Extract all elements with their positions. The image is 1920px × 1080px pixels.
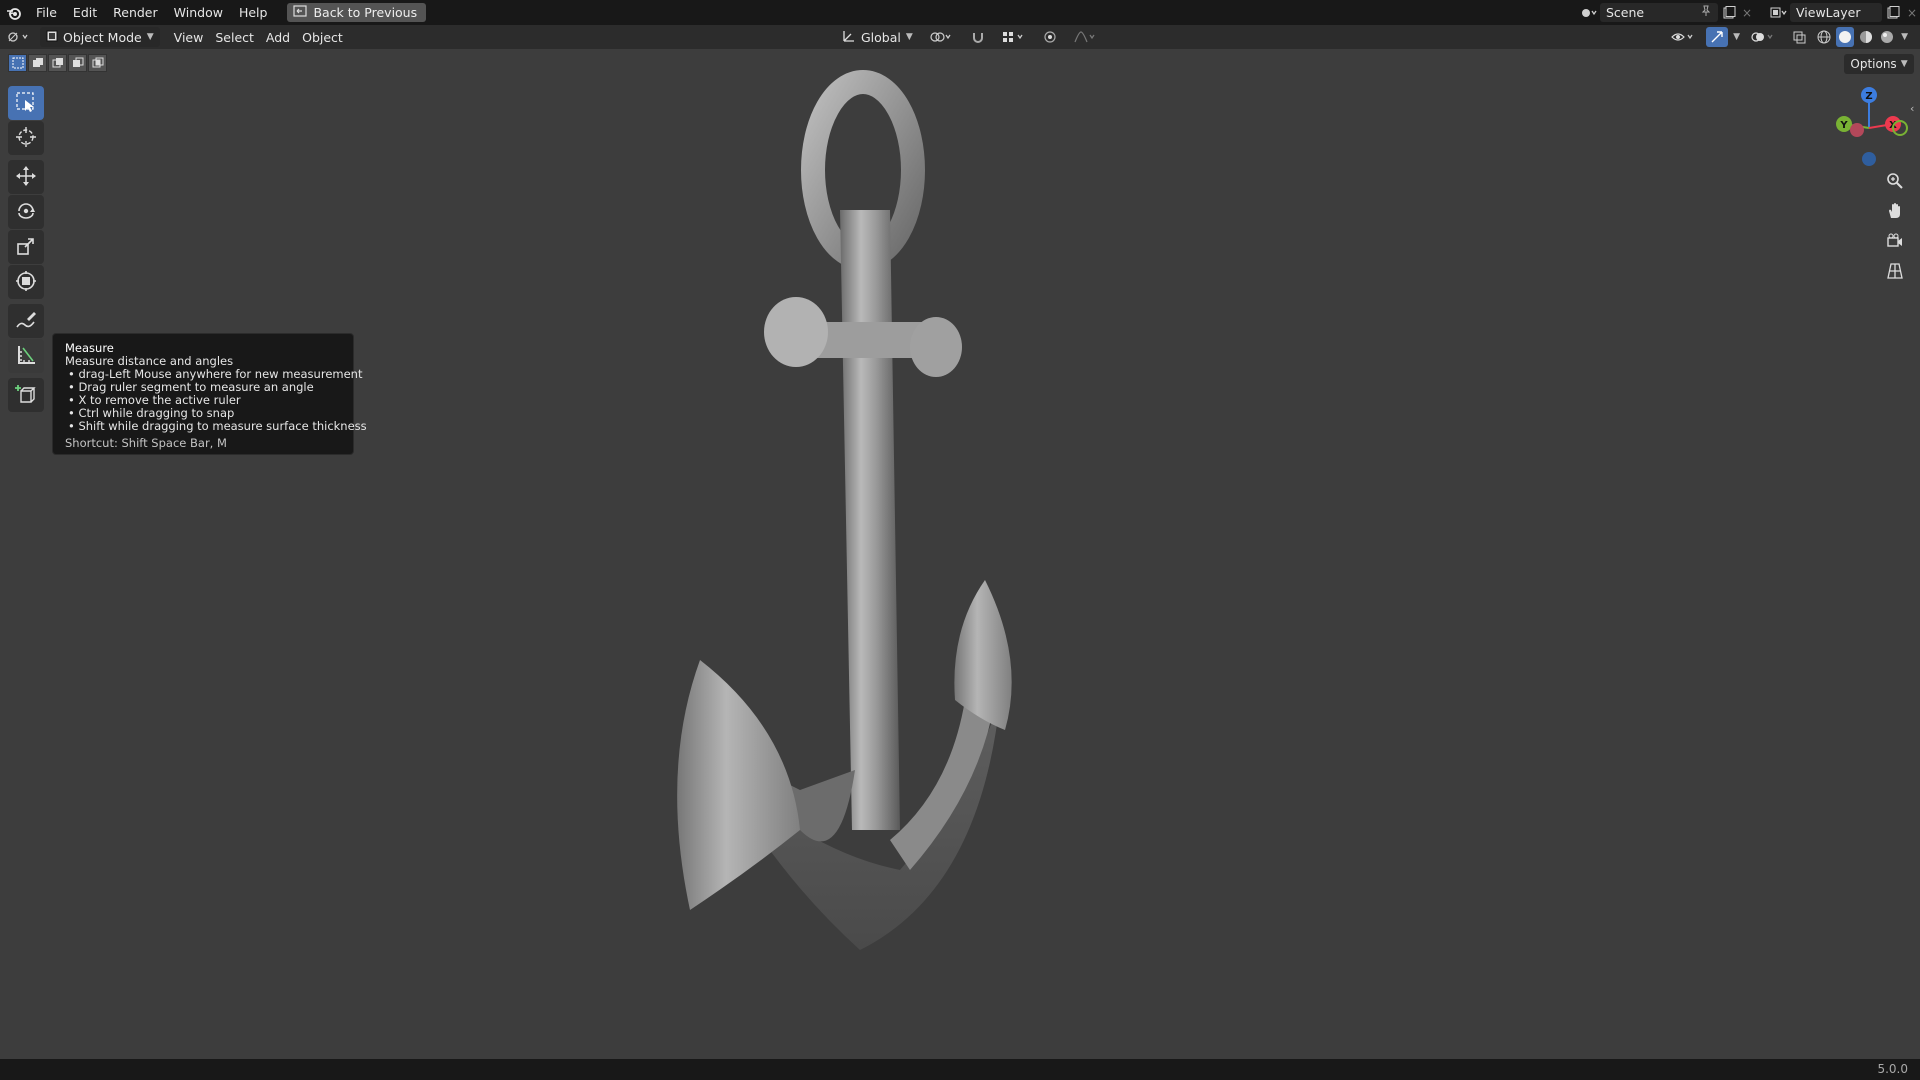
transform-tools-group: Global ▼ <box>836 25 1105 49</box>
menu-select[interactable]: Select <box>209 27 260 47</box>
shading-material-button[interactable] <box>1857 27 1875 47</box>
menu-file[interactable]: File <box>28 0 65 25</box>
gizmo-neg-z-axis[interactable] <box>1862 152 1876 166</box>
chevron-down-icon: ▼ <box>146 32 154 42</box>
camera-view-icon[interactable] <box>1882 228 1908 254</box>
options-dropdown[interactable]: Options ▼ <box>1844 54 1914 74</box>
menu-view[interactable]: View <box>168 27 210 47</box>
cursor-icon <box>15 126 37 151</box>
select-box-icon <box>15 91 37 116</box>
tool-select-box[interactable] <box>8 86 44 120</box>
transform-icon <box>15 270 37 295</box>
back-button-label: Back to Previous <box>313 5 418 20</box>
visibility-dropdown[interactable] <box>1665 27 1703 47</box>
chevron-down-icon: ▼ <box>1900 59 1908 69</box>
gizmo-y-label: Y <box>1839 120 1848 131</box>
tool-transform[interactable] <box>8 265 44 299</box>
menu-add[interactable]: Add <box>260 27 296 47</box>
view-layer-browse-icon[interactable] <box>1768 3 1790 22</box>
proportional-editing-toggle[interactable] <box>1037 27 1063 47</box>
gizmo-dropdown[interactable]: ▼ <box>1731 27 1742 47</box>
chevron-down-icon: ▼ <box>905 32 913 42</box>
back-to-previous-button[interactable]: Back to Previous <box>287 3 427 22</box>
scene-name: Scene <box>1606 5 1645 20</box>
snap-toggle[interactable] <box>965 27 991 47</box>
select-subtract-button[interactable] <box>48 54 67 72</box>
object-mode-icon <box>46 30 58 45</box>
measure-tooltip: Measure Measure distance and angles • dr… <box>52 333 367 455</box>
tool-measure[interactable] <box>8 339 44 373</box>
navigation-gizmo[interactable]: Z X Y <box>1826 85 1912 171</box>
new-view-layer-icon[interactable] <box>1882 3 1904 22</box>
tool-cursor[interactable] <box>8 121 44 155</box>
add-cube-icon <box>15 383 37 408</box>
back-icon <box>293 5 308 20</box>
topbar-right: Scene × ViewLayer × <box>1578 0 1920 25</box>
menu-render[interactable]: Render <box>105 0 166 25</box>
gizmo-neg-x-axis[interactable] <box>1850 123 1864 137</box>
remove-view-layer-icon[interactable]: × <box>1904 3 1920 22</box>
tooltip-bullet: • Shift while dragging to measure surfac… <box>68 419 367 433</box>
chevron-down-icon: ▼ <box>1901 32 1908 42</box>
new-scene-icon[interactable] <box>1718 3 1740 22</box>
gizmo-z-label: Z <box>1865 91 1872 102</box>
tooltip-shortcut: Shortcut: Shift Space Bar, M <box>65 436 227 450</box>
select-invert-button[interactable] <box>68 54 87 72</box>
select-new-button[interactable] <box>8 54 27 72</box>
snap-target-dropdown[interactable] <box>995 27 1033 47</box>
menu-window[interactable]: Window <box>166 0 231 25</box>
anchor-model[interactable] <box>600 70 1040 970</box>
remove-scene-icon[interactable]: × <box>1740 3 1754 22</box>
viewport-display-tools: ▼ ▼ <box>1665 25 1910 49</box>
proportional-falloff-dropdown[interactable] <box>1067 27 1105 47</box>
rotate-icon <box>15 200 37 225</box>
object-mode-label: Object Mode <box>63 29 142 45</box>
chevron-down-icon: ▼ <box>1733 32 1741 42</box>
status-bar: 5.0.0 <box>0 1059 1920 1080</box>
orientation-dropdown[interactable]: Global ▼ <box>836 27 919 47</box>
shading-rendered-button[interactable] <box>1878 27 1896 47</box>
menu-edit[interactable]: Edit <box>65 0 105 25</box>
object-mode-dropdown[interactable]: Object Mode ▼ <box>40 27 160 47</box>
overlay-toggle[interactable] <box>1745 27 1783 47</box>
selection-mode-buttons <box>8 54 107 72</box>
scene-browse-icon[interactable] <box>1578 3 1600 22</box>
shading-dropdown[interactable]: ▼ <box>1899 27 1910 47</box>
pan-hand-icon[interactable] <box>1882 198 1908 224</box>
move-icon <box>15 165 37 190</box>
measure-icon <box>15 344 37 369</box>
menu-help[interactable]: Help <box>231 0 276 25</box>
view-layer-field[interactable]: ViewLayer <box>1790 3 1882 22</box>
shading-solid-button[interactable] <box>1836 27 1855 47</box>
top-menu-bar: File Edit Render Window Help Back to Pre… <box>0 0 1920 25</box>
tool-annotate[interactable] <box>8 304 44 338</box>
orientation-label: Global <box>861 29 901 45</box>
shading-wireframe-button[interactable] <box>1815 27 1833 47</box>
view-layer-name: ViewLayer <box>1796 5 1861 20</box>
scale-icon <box>15 235 37 260</box>
annotate-icon <box>15 309 37 334</box>
gizmo-toggle[interactable] <box>1706 27 1729 47</box>
tool-add-cube[interactable] <box>8 378 44 412</box>
tool-rotate[interactable] <box>8 195 44 229</box>
zoom-icon[interactable] <box>1882 168 1908 194</box>
blender-logo-icon[interactable] <box>0 0 28 25</box>
select-extend-button[interactable] <box>28 54 47 72</box>
tool-shelf <box>8 86 48 413</box>
select-intersect-button[interactable] <box>88 54 107 72</box>
editor-type-button[interactable] <box>0 27 38 47</box>
tool-scale[interactable] <box>8 230 44 264</box>
perspective-toggle-icon[interactable] <box>1882 258 1908 284</box>
viewport-header: Object Mode ▼ View Select Add Object Glo… <box>0 25 1920 49</box>
version-label: 5.0.0 <box>1877 1062 1908 1076</box>
pin-icon[interactable] <box>1700 5 1712 20</box>
scene-name-field[interactable]: Scene <box>1600 3 1718 22</box>
tool-move[interactable] <box>8 160 44 194</box>
sidebar-expand-icon[interactable]: ‹ <box>1910 102 1914 115</box>
xray-toggle[interactable] <box>1786 27 1812 47</box>
options-label: Options <box>1850 57 1897 71</box>
pivot-point-dropdown[interactable] <box>923 27 961 47</box>
menu-object[interactable]: Object <box>296 27 349 47</box>
orientation-icon <box>842 29 856 46</box>
